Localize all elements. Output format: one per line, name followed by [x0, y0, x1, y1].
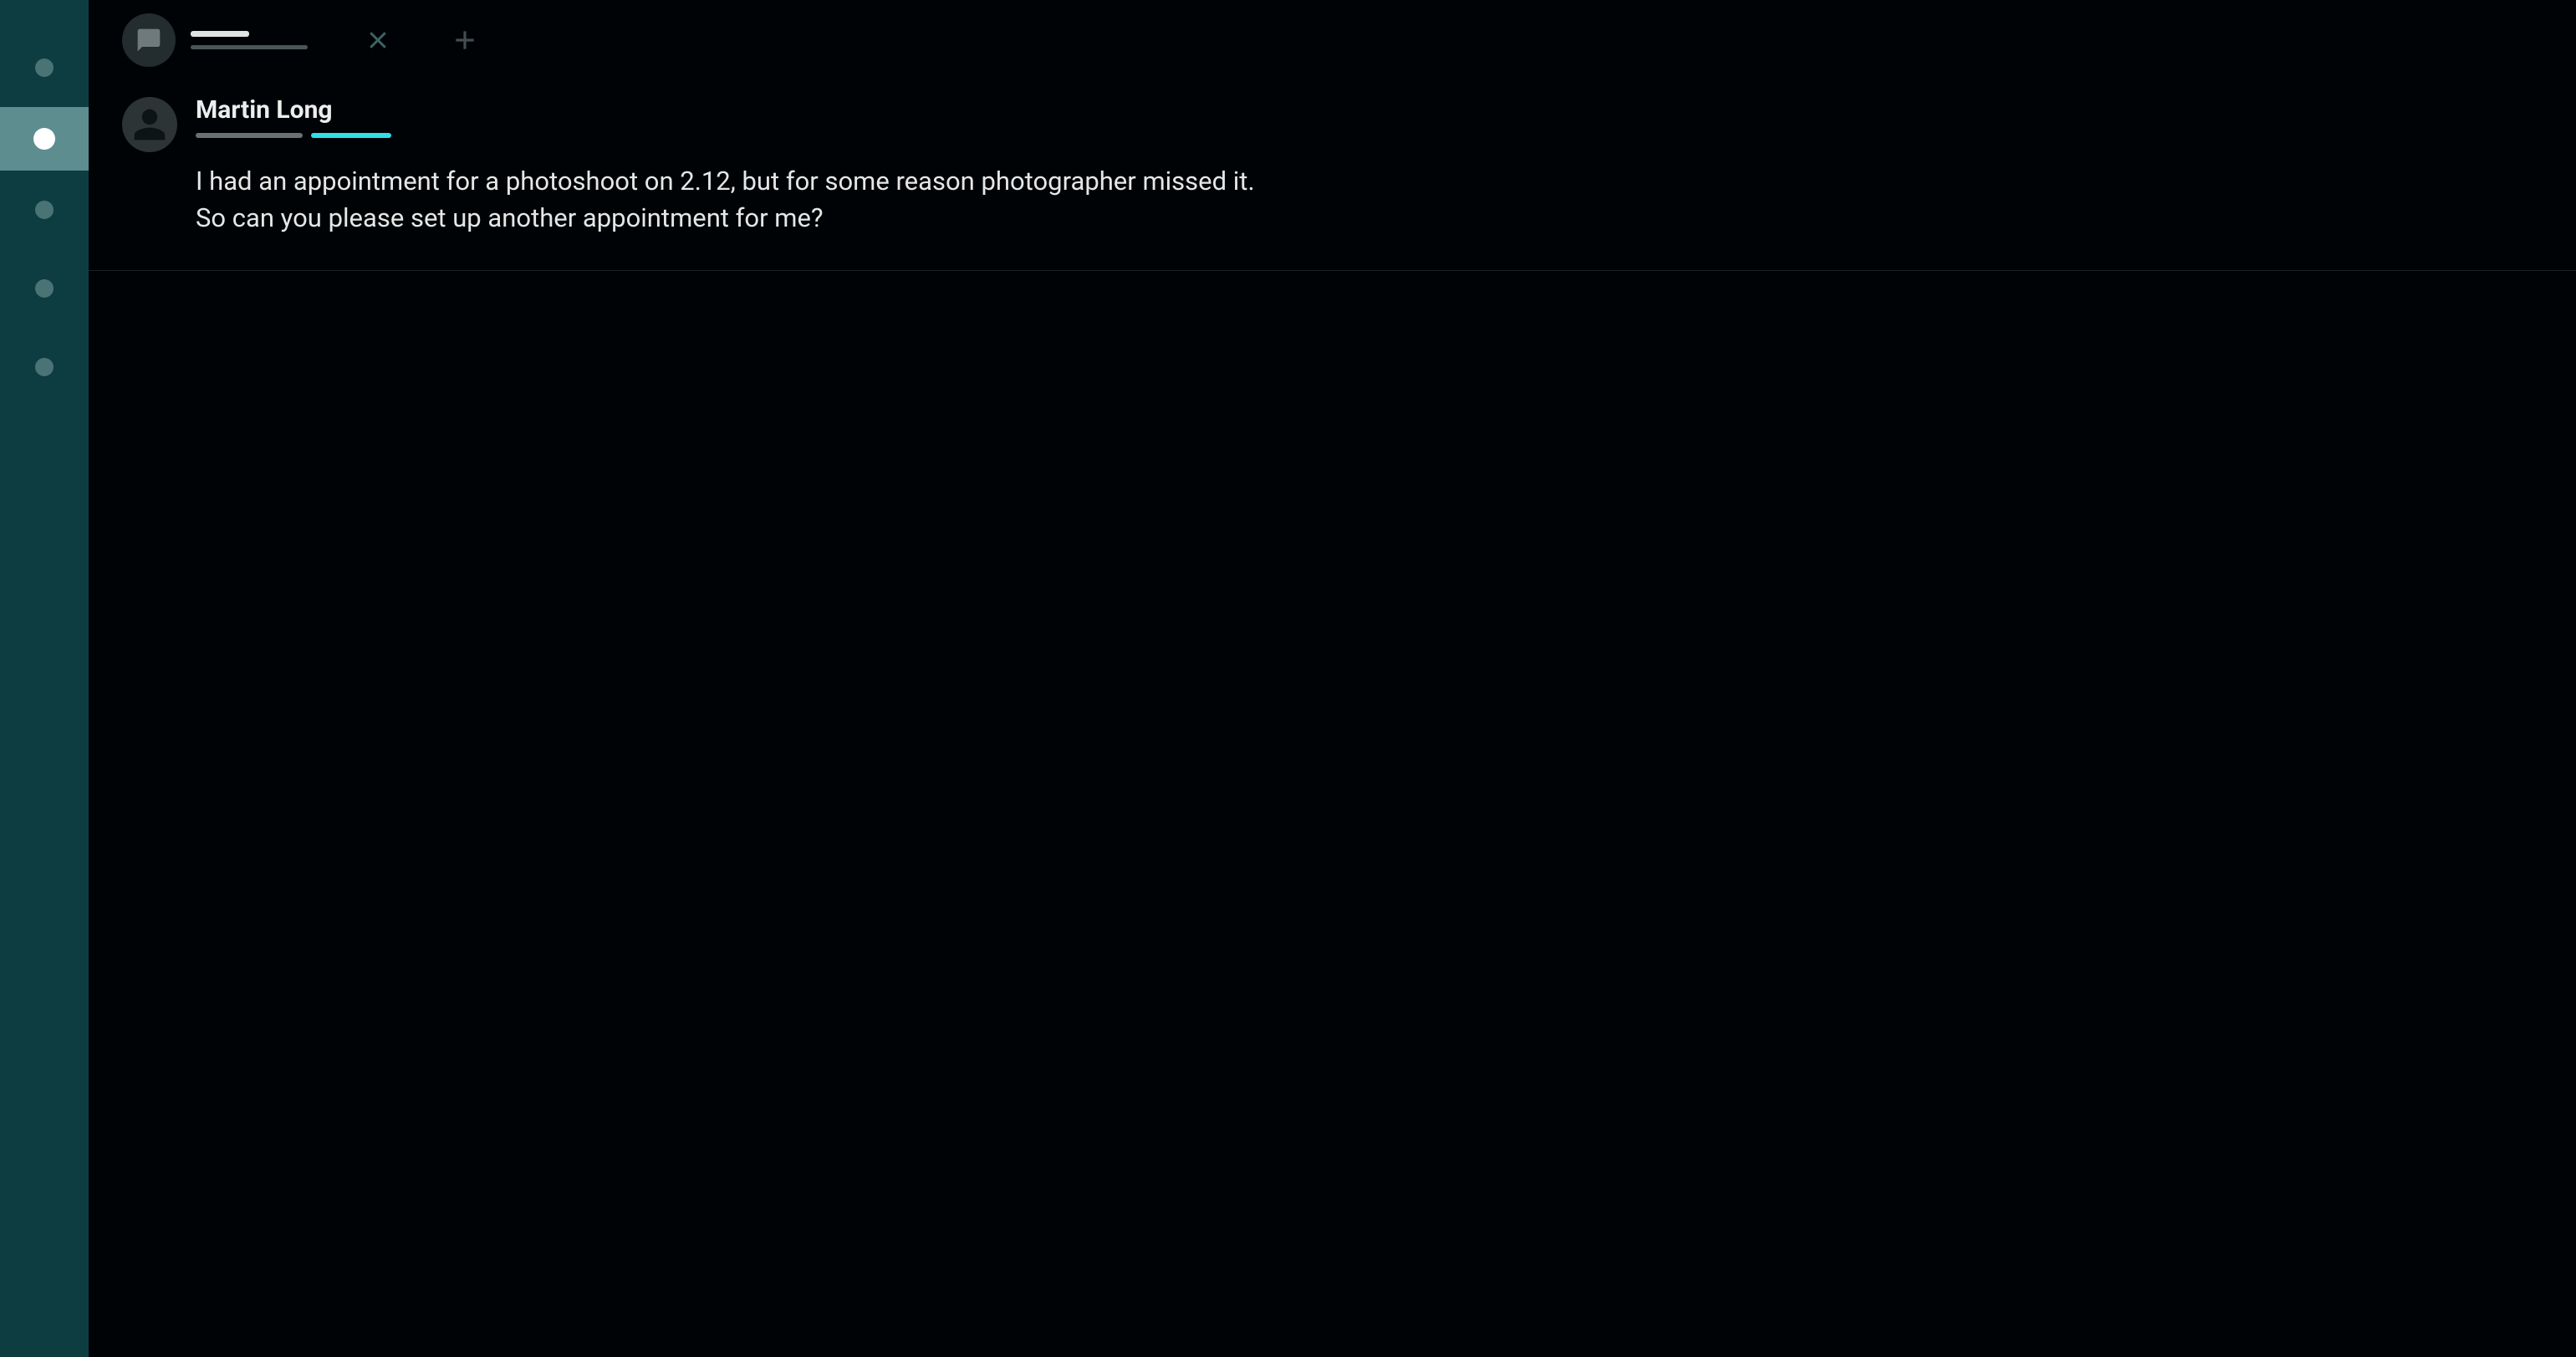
message-item: Martin Long I had an appointment for a p… [89, 80, 2576, 271]
message-meta-placeholder [196, 133, 2543, 138]
message-text: I had an appointment for a photoshoot on… [196, 163, 2543, 237]
message-body: Martin Long I had an appointment for a p… [196, 95, 2543, 237]
nav-dot-icon [35, 59, 54, 77]
placeholder-line [196, 133, 303, 138]
app-root: Martin Long I had an appointment for a p… [0, 0, 2576, 1357]
tab-close-button[interactable] [356, 18, 400, 62]
sender-avatar[interactable] [122, 97, 177, 152]
close-icon [365, 28, 390, 53]
nav-item-1[interactable] [0, 107, 89, 171]
placeholder-line [311, 133, 391, 138]
sender-name: Martin Long [196, 95, 2543, 125]
nav-item-2[interactable] [0, 171, 89, 249]
nav-dot-icon [33, 128, 55, 150]
nav-item-0[interactable] [0, 28, 89, 107]
nav-item-3[interactable] [0, 249, 89, 328]
main-panel: Martin Long I had an appointment for a p… [89, 0, 2576, 1357]
nav-dot-icon [35, 201, 54, 219]
person-icon [131, 106, 168, 143]
nav-item-4[interactable] [0, 328, 89, 406]
tab-bar [89, 0, 2576, 80]
placeholder-line [191, 45, 308, 49]
tab-add-button[interactable] [443, 18, 487, 62]
plus-icon [451, 27, 478, 54]
message-header: Martin Long [196, 95, 2543, 138]
placeholder-line [191, 31, 249, 37]
message-list: Martin Long I had an appointment for a p… [89, 80, 2576, 1357]
tab-title-placeholder [191, 31, 308, 49]
chat-icon [122, 13, 176, 67]
nav-dot-icon [35, 358, 54, 376]
nav-dot-icon [35, 279, 54, 298]
chat-tab[interactable] [122, 0, 420, 80]
nav-rail [0, 0, 89, 1357]
